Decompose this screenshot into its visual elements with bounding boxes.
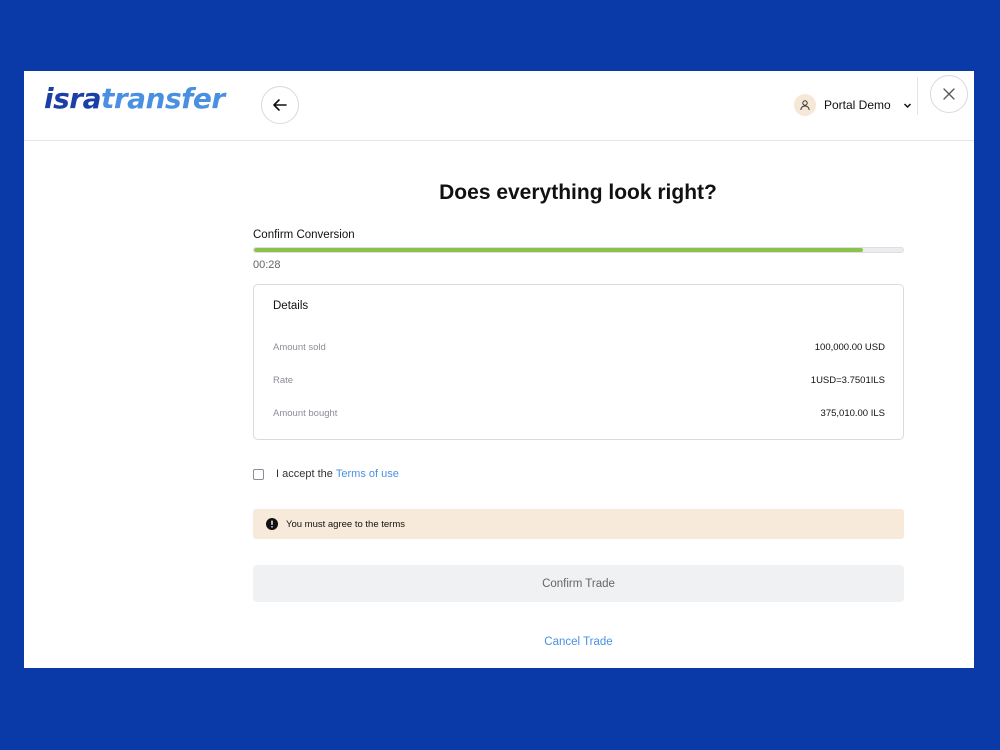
terms-prefix: I accept the xyxy=(276,468,333,480)
details-card: Details Amount sold 100,000.00 USD Rate … xyxy=(253,284,904,440)
progress-bar xyxy=(253,247,904,253)
back-button[interactable] xyxy=(261,86,299,124)
header: isratransfer Portal Demo xyxy=(24,71,974,141)
detail-row: Amount bought 375,010.00 ILS xyxy=(273,408,885,419)
terms-of-use-link[interactable]: Terms of use xyxy=(336,468,399,480)
user-icon xyxy=(800,100,810,111)
detail-row: Amount sold 100,000.00 USD xyxy=(273,342,885,353)
avatar xyxy=(794,94,816,116)
header-divider xyxy=(917,77,918,115)
user-menu[interactable]: Portal Demo xyxy=(794,92,912,118)
detail-label: Amount bought xyxy=(273,408,338,419)
close-icon xyxy=(943,88,955,100)
arrow-left-icon xyxy=(273,99,287,111)
progress-label: Confirm Conversion xyxy=(253,229,355,241)
cancel-trade-link[interactable]: Cancel Trade xyxy=(253,636,904,648)
page-title: Does everything look right? xyxy=(439,181,717,204)
app-window: isratransfer Portal Demo Does everything… xyxy=(24,71,974,668)
close-button[interactable] xyxy=(930,75,968,113)
details-title: Details xyxy=(273,300,309,312)
detail-label: Rate xyxy=(273,375,294,386)
detail-row: Rate 1USD=3.7501ILS xyxy=(273,375,885,386)
logo: isratransfer xyxy=(44,83,225,115)
terms-alert: You must agree to the terms xyxy=(253,509,904,539)
logo-part-transfer: transfer xyxy=(100,82,225,115)
detail-value: 1USD=3.7501ILS xyxy=(810,375,885,386)
terms-checkbox[interactable] xyxy=(253,468,264,480)
progress-fill xyxy=(254,248,863,252)
countdown-timer: 00:28 xyxy=(253,259,281,271)
logo-part-isra: isra xyxy=(44,82,101,115)
terms-row: I accept the Terms of use xyxy=(253,468,399,480)
alert-message: You must agree to the terms xyxy=(286,518,405,530)
chevron-down-icon xyxy=(903,101,912,110)
user-name: Portal Demo xyxy=(824,98,891,112)
confirm-trade-button[interactable]: Confirm Trade xyxy=(253,565,904,602)
detail-value: 375,010.00 ILS xyxy=(820,408,885,419)
detail-value: 100,000.00 USD xyxy=(814,342,885,353)
detail-label: Amount sold xyxy=(273,342,326,353)
exclamation-circle-icon xyxy=(266,518,278,530)
